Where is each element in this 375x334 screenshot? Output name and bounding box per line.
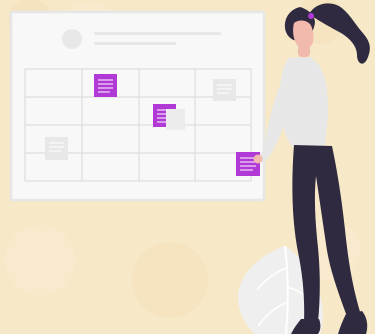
sticky-note-icon xyxy=(213,79,236,101)
header-line-2 xyxy=(94,42,176,45)
illustration-svg xyxy=(5,0,370,334)
header-line-1 xyxy=(94,32,221,35)
calendar-board xyxy=(9,10,266,202)
sticky-note-icon xyxy=(45,137,68,160)
sticky-note-icon xyxy=(166,109,185,130)
sticky-note-icon xyxy=(94,74,117,97)
illustration-scene xyxy=(0,0,375,334)
hair-tie xyxy=(308,13,314,19)
user-avatar-icon xyxy=(62,29,82,49)
